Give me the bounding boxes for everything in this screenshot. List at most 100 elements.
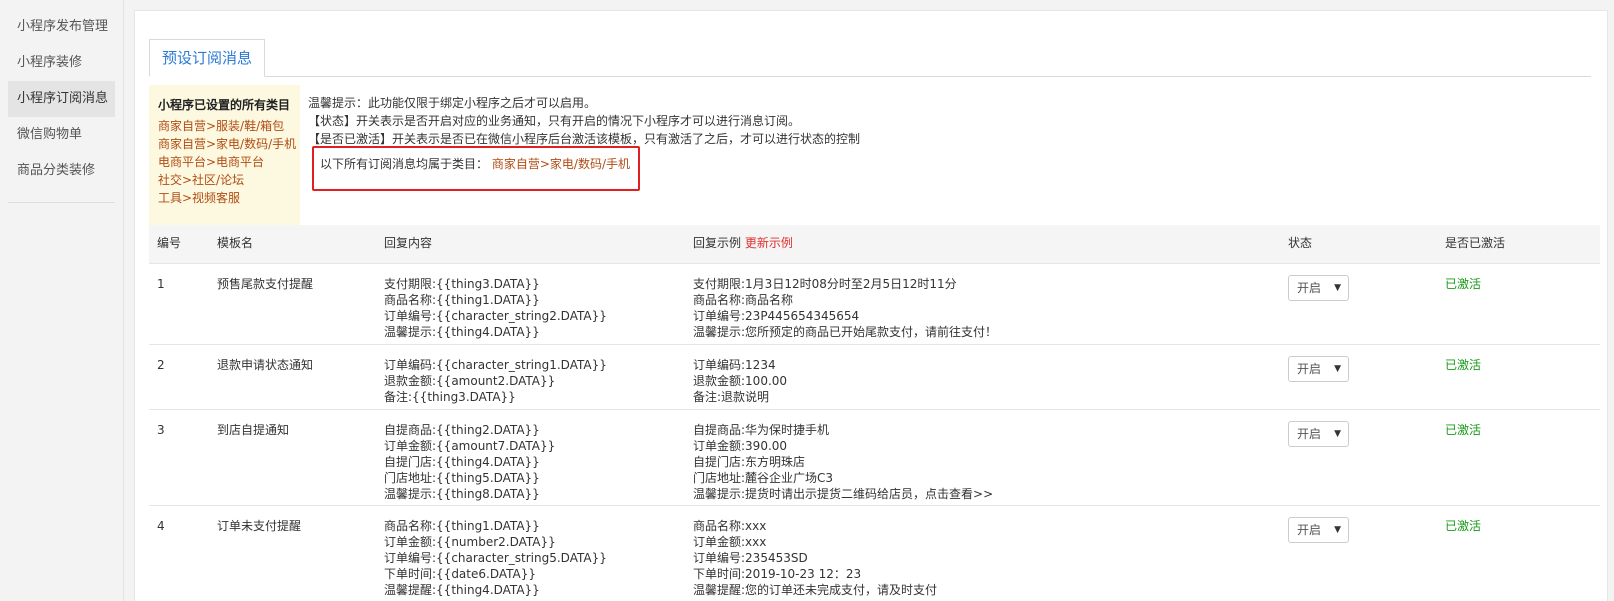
row-state: 开启 ▼ — [1288, 517, 1349, 543]
refresh-example-link[interactable]: 更新示例 — [745, 236, 793, 250]
example-line: 门店地址:麓谷企业广场C3 — [693, 471, 834, 485]
sidebar-item-subscription[interactable]: 小程序订阅消息 — [8, 81, 115, 117]
table-header: 编号 模板名 回复内容 回复示例 更新示例 状态 是否已激活 — [149, 225, 1600, 263]
row-active-status: 已激活 — [1445, 277, 1482, 291]
category-note: 以下所有订阅消息均属于类目： 商家自营>家电/数码/手机 — [320, 155, 630, 173]
example-line: 下单时间:2019-10-23 12：23 — [693, 567, 862, 581]
example-line: 温馨提示:提货时请出示提货二维码给店员，点击查看>> — [693, 487, 994, 501]
example-line: 订单金额:xxx — [693, 535, 767, 549]
header-name: 模板名 — [217, 236, 254, 250]
example-line: 支付期限:1月3日12时08分时至2月5日12时11分 — [693, 277, 957, 291]
row-template-name: 退款申请状态通知 — [217, 358, 314, 372]
row-content: 商品名称:{{thing1.DATA}} 订单金额:{{number2.DATA… — [384, 518, 607, 598]
category-item: 商家自营>家电/数码/手机 — [158, 137, 297, 151]
sidebar-item-decoration[interactable]: 小程序装修 — [8, 45, 115, 81]
row-template-name: 预售尾款支付提醒 — [217, 277, 314, 291]
row-content: 订单编码:{{character_string1.DATA}} 退款金额:{{a… — [384, 357, 607, 405]
sidebar-item-category-decoration[interactable]: 商品分类装修 — [8, 153, 115, 189]
category-box-title: 小程序已设置的所有类目 — [158, 98, 291, 112]
row-no: 2 — [157, 358, 165, 372]
category-item: 社交>社区/论坛 — [158, 173, 245, 187]
row-state: 开启 ▼ — [1288, 356, 1349, 382]
example-line: 自提商品:华为保时捷手机 — [693, 423, 830, 437]
row-active-status: 已激活 — [1445, 519, 1482, 533]
example-line: 订单编号:235453SD — [693, 551, 808, 565]
table-row: 2 退款申请状态通知 订单编码:{{character_string1.DATA… — [149, 344, 1600, 409]
content-line: 温馨提示:{{thing8.DATA}} — [384, 487, 540, 501]
state-select[interactable]: 开启 ▼ — [1288, 517, 1349, 543]
main-panel: 预设订阅消息 小程序已设置的所有类目 商家自营>服装/鞋/箱包 商家自营>家电/… — [134, 10, 1608, 601]
example-line: 订单编号:23P445654345654 — [693, 309, 860, 323]
state-select-value: 开启 — [1297, 427, 1322, 441]
tip-line: 温馨提示：此功能仅限于绑定小程序之后才可以启用。 — [308, 96, 597, 110]
content-line: 订单金额:{{amount7.DATA}} — [384, 439, 556, 453]
state-select-value: 开启 — [1297, 523, 1322, 537]
header-example-label: 回复示例 — [693, 236, 742, 250]
row-content: 支付期限:{{thing3.DATA}} 商品名称:{{thing1.DATA}… — [384, 276, 607, 340]
table-row: 4 订单未支付提醒 商品名称:{{thing1.DATA}} 订单金额:{{nu… — [149, 505, 1600, 601]
content-line: 下单时间:{{date6.DATA}} — [384, 567, 537, 581]
tab-preset-subscription[interactable]: 预设订阅消息 — [149, 39, 266, 77]
category-item: 商家自营>服装/鞋/箱包 — [158, 119, 285, 133]
row-no: 1 — [157, 277, 165, 291]
content-line: 商品名称:{{thing1.DATA}} — [384, 293, 540, 307]
content-line: 订单编码:{{character_string1.DATA}} — [384, 358, 607, 372]
header-example: 回复示例 更新示例 — [693, 225, 793, 261]
sidebar-item-shopping-list[interactable]: 微信购物单 — [8, 117, 115, 153]
row-content: 自提商品:{{thing2.DATA}} 订单金额:{{amount7.DATA… — [384, 422, 555, 502]
content-line: 自提门店:{{thing4.DATA}} — [384, 455, 540, 469]
example-line: 备注:退款说明 — [693, 390, 770, 404]
subscription-table: 编号 模板名 回复内容 回复示例 更新示例 状态 是否已激活 1 预售尾款支付提… — [149, 225, 1600, 601]
state-select[interactable]: 开启 ▼ — [1288, 356, 1349, 382]
content-line: 自提商品:{{thing2.DATA}} — [384, 423, 540, 437]
category-item: 工具>视频客服 — [158, 191, 241, 205]
header-state: 状态 — [1288, 236, 1313, 250]
dropdown-arrow-icon: ▼ — [1334, 429, 1341, 439]
header-no: 编号 — [157, 236, 182, 250]
row-example: 商品名称:xxx 订单金额:xxx 订单编号:235453SD 下单时间:201… — [693, 518, 937, 598]
tips-panel: 温馨提示：此功能仅限于绑定小程序之后才可以启用。 【状态】开关表示是否开启对应的… — [308, 94, 1008, 191]
example-line: 退款金额:100.00 — [693, 374, 788, 388]
row-no: 4 — [157, 519, 165, 533]
category-note-value: 商家自营>家电/数码/手机 — [491, 157, 630, 171]
dropdown-arrow-icon: ▼ — [1334, 525, 1341, 535]
table-row: 1 预售尾款支付提醒 支付期限:{{thing3.DATA}} 商品名称:{{t… — [149, 263, 1600, 344]
content-line: 温馨提醒:{{thing4.DATA}} — [384, 583, 540, 597]
example-line: 订单金额:390.00 — [693, 439, 788, 453]
header-active: 是否已激活 — [1445, 236, 1506, 250]
dropdown-arrow-icon: ▼ — [1334, 283, 1341, 293]
row-state: 开启 ▼ — [1288, 275, 1349, 301]
tip-line: 【状态】开关表示是否开启对应的业务通知，只有开启的情况下小程序才可以进行消息订阅… — [308, 114, 801, 128]
example-line: 商品名称:xxx — [693, 519, 767, 533]
row-no: 3 — [157, 423, 165, 437]
row-active-status: 已激活 — [1445, 423, 1482, 437]
row-example: 自提商品:华为保时捷手机 订单金额:390.00 自提门店:东方明珠店 门店地址… — [693, 422, 993, 502]
category-item: 电商平台>电商平台 — [158, 155, 265, 169]
tab-bar: 预设订阅消息 — [149, 39, 1591, 77]
content-line: 支付期限:{{thing3.DATA}} — [384, 277, 540, 291]
content-line: 备注:{{thing3.DATA}} — [384, 390, 516, 404]
sidebar-item-release[interactable]: 小程序发布管理 — [8, 9, 115, 45]
example-line: 温馨提醒:您的订单还未完成支付，请及时支付 — [693, 583, 938, 597]
example-line: 商品名称:商品名称 — [693, 293, 794, 307]
example-line: 订单编码:1234 — [693, 358, 776, 372]
content-line: 温馨提示:{{thing4.DATA}} — [384, 325, 540, 339]
example-line: 温馨提示:您所预定的商品已开始尾款支付，请前往支付！ — [693, 325, 998, 339]
state-select-value: 开启 — [1297, 281, 1322, 295]
state-select[interactable]: 开启 ▼ — [1288, 421, 1349, 447]
row-template-name: 到店自提通知 — [217, 423, 290, 437]
row-example: 订单编码:1234 退款金额:100.00 备注:退款说明 — [693, 357, 787, 405]
sidebar-divider — [8, 202, 115, 203]
row-active-status: 已激活 — [1445, 358, 1482, 372]
content-line: 订单编号:{{character_string5.DATA}} — [384, 551, 607, 565]
category-note-prefix: 以下所有订阅消息均属于类目： — [320, 157, 489, 171]
header-content: 回复内容 — [384, 236, 433, 250]
sidebar: 小程序发布管理 小程序装修 小程序订阅消息 微信购物单 商品分类装修 — [0, 0, 124, 601]
row-template-name: 订单未支付提醒 — [217, 519, 302, 533]
category-box: 小程序已设置的所有类目 商家自营>服装/鞋/箱包 商家自营>家电/数码/手机 电… — [149, 85, 300, 230]
state-select[interactable]: 开启 ▼ — [1288, 275, 1349, 301]
content-line: 门店地址:{{thing5.DATA}} — [384, 471, 540, 485]
table-row: 3 到店自提通知 自提商品:{{thing2.DATA}} 订单金额:{{amo… — [149, 409, 1600, 505]
content-line: 商品名称:{{thing1.DATA}} — [384, 519, 540, 533]
content-line: 订单编号:{{character_string2.DATA}} — [384, 309, 607, 323]
